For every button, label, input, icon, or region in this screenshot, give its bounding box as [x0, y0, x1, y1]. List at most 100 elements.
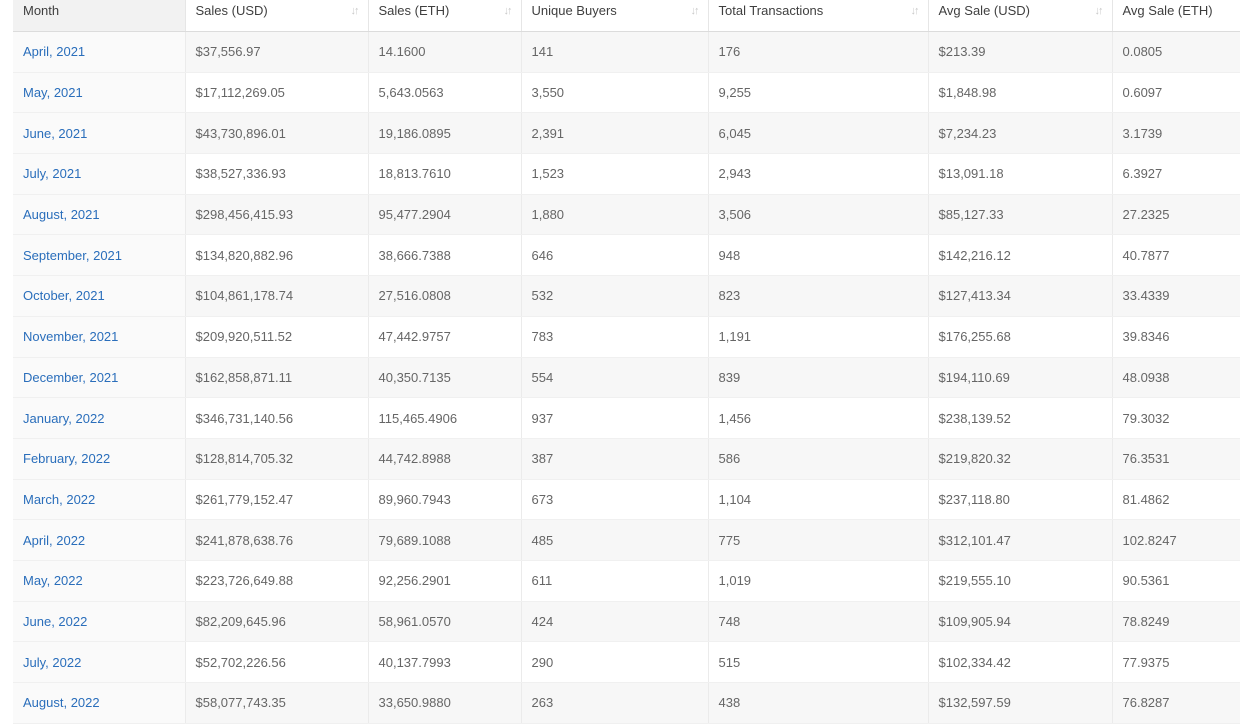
cell-avg-sale-eth: 27.2325: [1112, 194, 1240, 236]
cell-total-transactions: 438: [708, 682, 929, 724]
cell-avg-sale-eth: 78.8249: [1112, 601, 1240, 643]
cell-unique-buyers: 554: [521, 357, 709, 399]
cell-sales-usd: $128,814,705.32: [185, 438, 369, 480]
cell-avg-sale-usd: $132,597.59: [928, 682, 1113, 724]
cell-avg-sale-usd: $176,255.68: [928, 316, 1113, 358]
cell-avg-sale-eth: 0.6097: [1112, 72, 1240, 114]
month-link[interactable]: November, 2021: [23, 329, 118, 344]
table-row: February, 2022 $128,814,705.32 44,742.8988…: [13, 438, 1240, 480]
cell-month: April, 2022: [13, 519, 186, 561]
cell-total-transactions: 748: [708, 601, 929, 643]
cell-total-transactions: 3,506: [708, 194, 929, 236]
sort-arrows-icon[interactable]: ↓↑: [351, 5, 360, 17]
month-link[interactable]: October, 2021: [23, 288, 105, 303]
cell-month: April, 2021: [13, 31, 186, 73]
cell-avg-sale-eth: 39.8346: [1112, 316, 1240, 358]
table-row: August, 2022 $58,077,743.35 33,650.9880 263…: [13, 682, 1240, 724]
cell-sales-eth: 19,186.0895: [368, 112, 522, 155]
table-row: November, 2021 $209,920,511.52 47,442.9757…: [13, 316, 1240, 358]
month-link[interactable]: May, 2021: [23, 85, 83, 100]
cell-total-transactions: 823: [708, 275, 929, 317]
cell-unique-buyers: 673: [521, 479, 709, 521]
cell-month: October, 2021: [13, 275, 186, 317]
cell-avg-sale-usd: $13,091.18: [928, 153, 1113, 195]
column-header-sales-usd[interactable]: Sales (USD) ↓↑: [185, 0, 369, 32]
column-header-label: Avg Sale (USD): [938, 3, 1031, 18]
cell-avg-sale-eth: 81.4862: [1112, 479, 1240, 521]
cell-unique-buyers: 3,550: [521, 72, 709, 114]
cell-sales-usd: $134,820,882.96: [185, 234, 369, 277]
month-link[interactable]: September, 2021: [23, 248, 122, 263]
column-header-avg-sale-usd[interactable]: Avg Sale (USD) ↓↑: [928, 0, 1113, 32]
cell-sales-usd: $104,861,178.74: [185, 275, 369, 317]
cell-avg-sale-usd: $109,905.94: [928, 601, 1113, 643]
cell-month: September, 2021: [13, 234, 186, 277]
cell-avg-sale-eth: 33.4339: [1112, 275, 1240, 317]
cell-month: June, 2022: [13, 601, 186, 643]
cell-unique-buyers: 532: [521, 275, 709, 317]
cell-month: July, 2021: [13, 153, 186, 195]
cell-avg-sale-usd: $238,139.52: [928, 397, 1113, 439]
cell-avg-sale-usd: $237,118.80: [928, 479, 1113, 521]
header-row: Month Sales (USD) ↓↑ Sales (ETH) ↓↑ Unique Bu…: [13, 0, 1240, 32]
table-row: July, 2022 $52,702,226.56 40,137.7993 290 51…: [13, 641, 1240, 683]
cell-avg-sale-usd: $142,216.12: [928, 234, 1113, 277]
cell-unique-buyers: 646: [521, 234, 709, 277]
table-row: December, 2021 $162,858,871.11 40,350.7135…: [13, 357, 1240, 399]
cell-unique-buyers: 611: [521, 560, 709, 602]
table-header: Month Sales (USD) ↓↑ Sales (ETH) ↓↑ Unique Bu…: [13, 0, 1240, 32]
sort-arrows-icon[interactable]: ↓↑: [691, 5, 700, 17]
month-link[interactable]: June, 2022: [23, 614, 87, 629]
cell-avg-sale-eth: 40.7877: [1112, 234, 1240, 277]
column-header-label: Sales (USD): [195, 3, 268, 18]
cell-total-transactions: 9,255: [708, 72, 929, 114]
cell-month: August, 2021: [13, 194, 186, 236]
cell-sales-eth: 27,516.0808: [368, 275, 522, 317]
table-row: May, 2021 $17,112,269.05 5,643.0563 3,550 9,…: [13, 72, 1240, 114]
month-link[interactable]: January, 2022: [23, 411, 104, 426]
cell-unique-buyers: 141: [521, 31, 709, 73]
cell-unique-buyers: 263: [521, 682, 709, 724]
cell-sales-usd: $241,878,638.76: [185, 519, 369, 561]
cell-avg-sale-usd: $312,101.47: [928, 519, 1113, 561]
cell-total-transactions: 948: [708, 234, 929, 277]
cell-avg-sale-eth: 76.8287: [1112, 682, 1240, 724]
cell-sales-eth: 79,689.1088: [368, 519, 522, 561]
column-header-month[interactable]: Month: [13, 0, 186, 32]
month-link[interactable]: July, 2022: [23, 655, 81, 670]
column-header-unique-buyers[interactable]: Unique Buyers ↓↑: [521, 0, 709, 32]
cell-unique-buyers: 387: [521, 438, 709, 480]
month-link[interactable]: March, 2022: [23, 492, 95, 507]
sort-arrows-icon[interactable]: ↓↑: [504, 5, 513, 17]
column-header-avg-sale-eth[interactable]: Avg Sale (ETH): [1112, 0, 1240, 32]
sort-arrows-icon[interactable]: ↓↑: [1095, 5, 1104, 17]
column-header-label: Total Transactions: [718, 3, 824, 18]
column-header-sales-eth[interactable]: Sales (ETH) ↓↑: [368, 0, 522, 32]
table-row: July, 2021 $38,527,336.93 18,813.7610 1,523…: [13, 153, 1240, 195]
table-row: March, 2022 $261,779,152.47 89,960.7943 673…: [13, 479, 1240, 521]
column-header-total-transactions[interactable]: Total Transactions ↓↑: [708, 0, 929, 32]
month-link[interactable]: April, 2021: [23, 44, 85, 59]
cell-avg-sale-usd: $213.39: [928, 31, 1113, 73]
cell-month: February, 2022: [13, 438, 186, 480]
table-row: January, 2022 $346,731,140.56 115,465.4906…: [13, 397, 1240, 439]
monthly-sales-table: Month Sales (USD) ↓↑ Sales (ETH) ↓↑ Unique Bu…: [13, 0, 1240, 724]
month-link[interactable]: February, 2022: [23, 451, 110, 466]
column-header-label: Month: [23, 3, 60, 18]
table-row: June, 2022 $82,209,645.96 58,961.0570 424 74…: [13, 601, 1240, 643]
table-row: April, 2021 $37,556.97 14.1600 141 176 $213.3…: [13, 31, 1240, 73]
month-link[interactable]: December, 2021: [23, 370, 118, 385]
month-link[interactable]: August, 2022: [23, 695, 100, 710]
cell-unique-buyers: 424: [521, 601, 709, 643]
cell-month: June, 2021: [13, 112, 186, 155]
cell-sales-usd: $223,726,649.88: [185, 560, 369, 602]
cell-sales-eth: 92,256.2901: [368, 560, 522, 602]
month-link[interactable]: April, 2022: [23, 533, 85, 548]
month-link[interactable]: June, 2021: [23, 126, 87, 141]
cell-unique-buyers: 1,880: [521, 194, 709, 236]
month-link[interactable]: July, 2021: [23, 166, 81, 181]
month-link[interactable]: May, 2022: [23, 573, 83, 588]
cell-month: May, 2022: [13, 560, 186, 602]
month-link[interactable]: August, 2021: [23, 207, 100, 222]
sort-arrows-icon[interactable]: ↓↑: [911, 5, 920, 17]
